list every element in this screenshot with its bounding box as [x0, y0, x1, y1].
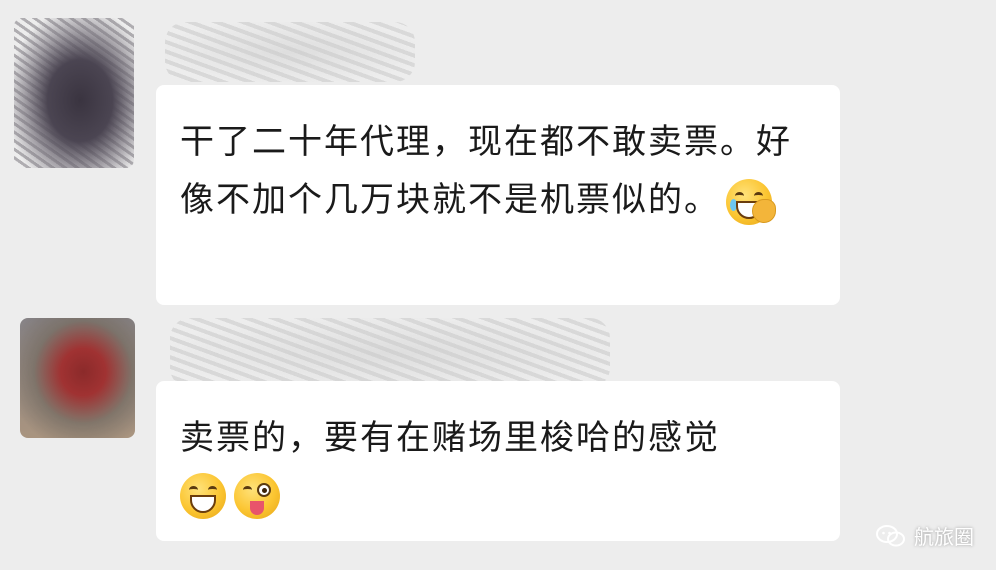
message-bubble[interactable]: 卖票的，要有在赌场里梭哈的感觉	[156, 381, 840, 541]
redacted-sender-name	[170, 318, 610, 388]
message-text: 卖票的，要有在赌场里梭哈的感觉	[180, 418, 720, 458]
wechat-icon	[876, 524, 905, 546]
grin-emoji-icon	[180, 473, 226, 519]
message-bubble[interactable]: 干了二十年代理，现在都不敢卖票。好像不加个几万块就不是机票似的。	[156, 85, 840, 305]
facepalm-laugh-emoji-icon	[726, 178, 776, 225]
watermark-label: 航旅圈	[914, 525, 974, 549]
watermark: 航旅圈	[876, 521, 974, 550]
avatar[interactable]	[20, 318, 135, 438]
wink-tongue-emoji-icon	[234, 473, 280, 519]
message-text: 干了二十年代理，现在都不敢卖票。好像不加个几万块就不是机票似的。	[180, 113, 820, 229]
avatar[interactable]	[14, 18, 134, 168]
redacted-sender-name	[165, 22, 415, 82]
emoji-row	[180, 473, 818, 519]
